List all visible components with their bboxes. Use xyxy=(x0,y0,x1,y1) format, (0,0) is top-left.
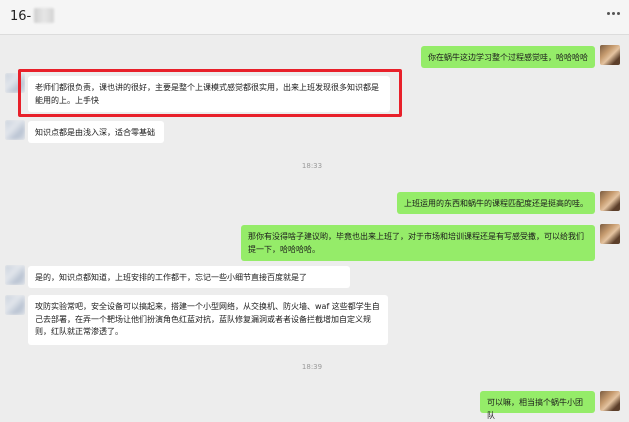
contact-avatar[interactable] xyxy=(5,265,25,285)
timestamp: 18:33 xyxy=(301,162,323,170)
message-bubble-contact[interactable]: 攻防实验常吧，安全设备可以搞起来，搭建一个小型网络，从交换机、防火墙、waf 这… xyxy=(28,295,388,345)
message-bubble-self[interactable]: 那你有没得啥子建议哟，毕竟也出来上班了，对于市场和培训课程还是有写感受撒，可以给… xyxy=(241,225,595,261)
message-bubble-contact[interactable]: 知识点都是由浅入深，适合零基础 xyxy=(28,121,164,143)
self-avatar[interactable] xyxy=(600,224,620,244)
more-dots-icon[interactable] xyxy=(607,12,621,18)
message-bubble-self[interactable]: 可以嘛，相当搞个蜗牛小团队 xyxy=(480,391,595,420)
self-avatar[interactable] xyxy=(600,391,620,411)
message-bubble-contact[interactable]: 是的，知识点都知道，上班安排的工作都干，忘记一些小细节直接百度就是了 xyxy=(28,266,350,288)
timestamp: 18:39 xyxy=(301,363,323,371)
contact-avatar[interactable] xyxy=(5,295,25,315)
contact-avatar[interactable] xyxy=(5,120,25,140)
message-bubble-self[interactable]: 你在蜗牛这边学习整个过程感觉哇，哈哈哈哈 xyxy=(421,46,595,68)
highlight-box xyxy=(18,69,402,117)
chat-header: 16- xyxy=(0,0,629,35)
redacted-title xyxy=(34,8,54,23)
self-avatar[interactable] xyxy=(600,191,620,211)
self-avatar[interactable] xyxy=(600,45,620,65)
message-bubble-self[interactable]: 上班运用的东西和蜗牛的课程匹配度还是挺高的哇。 xyxy=(397,192,595,214)
chat-title: 16- xyxy=(10,9,32,24)
